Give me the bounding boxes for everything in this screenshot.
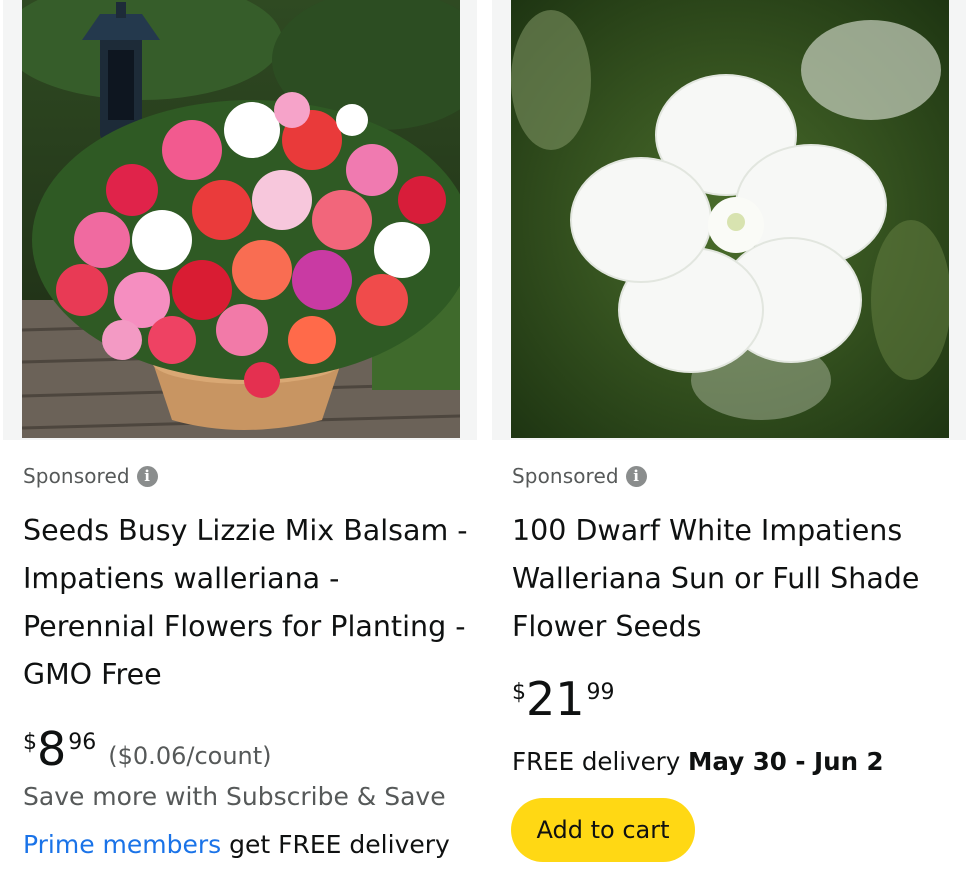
sponsored-label[interactable]: Sponsored i [512, 464, 647, 488]
subscribe-save-text: Save more with Subscribe & Save [23, 782, 446, 811]
add-to-cart-button[interactable]: Add to cart [511, 798, 695, 862]
product-title[interactable]: 100 Dwarf White Impatiens Walleriana Sun… [512, 507, 962, 651]
white-flower-image [511, 0, 949, 438]
product-title[interactable]: Seeds Busy Lizzie Mix Balsam - Impatiens… [23, 507, 473, 699]
delivery-dates: May 30 - Jun 2 [688, 747, 884, 776]
product-card[interactable]: Sponsored i Seeds Busy Lizzie Mix Balsam… [3, 0, 477, 876]
unit-price: ($0.06/count) [108, 742, 272, 770]
price: $ 8 96 ($0.06/count) [23, 724, 272, 774]
delivery-prefix: FREE delivery [512, 747, 689, 776]
sponsored-text: Sponsored [512, 464, 619, 488]
flower-basket-image [22, 0, 460, 438]
price-whole: 8 [37, 722, 67, 776]
prime-delivery-line: Prime members get FREE delivery [23, 830, 450, 859]
price-symbol: $ [23, 730, 37, 755]
info-icon[interactable]: i [136, 465, 158, 487]
sponsored-label[interactable]: Sponsored i [23, 464, 158, 488]
price-fraction: 99 [586, 680, 615, 705]
product-image[interactable] [492, 0, 966, 440]
price: $ 21 99 [512, 674, 615, 724]
prime-members-link[interactable]: Prime members [23, 830, 221, 859]
product-card[interactable]: Sponsored i 100 Dwarf White Impatiens Wa… [492, 0, 966, 876]
price-symbol: $ [512, 680, 526, 705]
prime-delivery-text: get FREE delivery [221, 830, 450, 859]
info-icon[interactable]: i [625, 465, 647, 487]
price-fraction: 96 [68, 730, 97, 755]
product-image[interactable] [3, 0, 477, 440]
price-whole: 21 [526, 672, 585, 726]
delivery-info: FREE delivery May 30 - Jun 2 [512, 747, 884, 776]
sponsored-text: Sponsored [23, 464, 130, 488]
